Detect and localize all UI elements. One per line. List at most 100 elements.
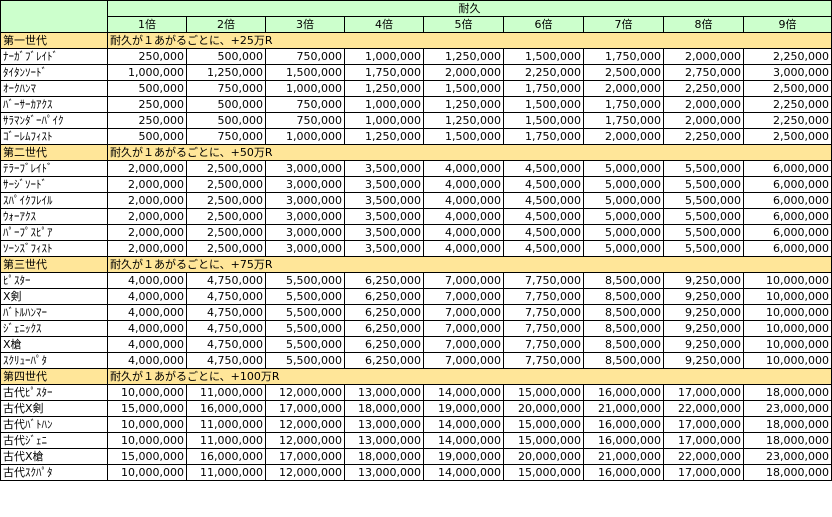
price-cell: 5,000,000	[583, 224, 664, 241]
price-cell: 9,250,000	[663, 320, 744, 337]
price-cell: 3,500,000	[344, 176, 424, 193]
price-cell: 5,500,000	[265, 352, 345, 369]
price-cell: 4,750,000	[186, 288, 266, 305]
price-cell: 9,250,000	[663, 304, 744, 321]
header-row-group: 耐久	[0, 0, 832, 33]
table-row: ﾃﾗｰﾌﾞﾚｲﾄﾞ 2,000,000 2,500,000 3,000,000 3,50…	[0, 160, 832, 177]
price-cell: 3,500,000	[344, 240, 424, 257]
price-cell: 8,500,000	[583, 288, 664, 305]
price-cell: 6,250,000	[344, 304, 424, 321]
price-cell: 5,500,000	[663, 160, 744, 177]
price-cell: 1,500,000	[503, 48, 584, 65]
price-cell: 2,000,000	[663, 48, 744, 65]
price-cell: 14,000,000	[423, 464, 504, 481]
multiplier-header: 3倍	[265, 16, 345, 33]
price-cell: 1,750,000	[583, 112, 664, 129]
price-cell: 2,500,000	[583, 64, 664, 81]
price-cell: 16,000,000	[583, 432, 664, 449]
price-cell: 3,000,000	[265, 208, 345, 225]
price-cell: 4,500,000	[503, 240, 584, 257]
price-cell: 10,000,000	[107, 416, 187, 433]
price-cell: 1,750,000	[503, 128, 584, 145]
price-cell: 6,000,000	[743, 160, 832, 177]
price-cell: 21,000,000	[583, 448, 664, 465]
item-name: 古代ﾊﾞﾄﾊﾝ	[0, 416, 108, 433]
price-cell: 4,000,000	[107, 272, 187, 289]
price-cell: 1,250,000	[423, 48, 504, 65]
price-cell: 250,000	[107, 48, 187, 65]
price-cell: 1,250,000	[344, 80, 424, 97]
price-cell: 17,000,000	[663, 432, 744, 449]
price-cell: 4,500,000	[503, 208, 584, 225]
item-name: 古代ｼﾞｪﾆ	[0, 432, 108, 449]
price-cell: 7,000,000	[423, 352, 504, 369]
item-name: ｼﾞｪﾆｯｸｽ	[0, 320, 108, 337]
price-cell: 15,000,000	[107, 448, 187, 465]
price-cell: 250,000	[107, 96, 187, 113]
price-cell: 1,000,000	[344, 112, 424, 129]
price-cell: 4,000,000	[423, 160, 504, 177]
price-cell: 6,000,000	[743, 176, 832, 193]
price-cell: 4,000,000	[107, 336, 187, 353]
price-cell: 4,000,000	[423, 224, 504, 241]
price-cell: 2,500,000	[743, 80, 832, 97]
price-cell: 10,000,000	[107, 432, 187, 449]
table-row: 古代X剣 15,000,000 16,000,000 17,000,000 18,000…	[0, 400, 832, 417]
item-name: X槍	[0, 336, 108, 353]
price-cell: 20,000,000	[503, 448, 584, 465]
price-cell: 7,000,000	[423, 320, 504, 337]
header-row-multipliers: 1倍 2倍 3倍 4倍 5倍 6倍 7倍 8倍 9倍	[1, 16, 832, 33]
price-cell: 11,000,000	[186, 464, 266, 481]
price-cell: 10,000,000	[107, 464, 187, 481]
price-cell: 17,000,000	[265, 448, 345, 465]
price-cell: 20,000,000	[503, 400, 584, 417]
price-cell: 18,000,000	[743, 432, 832, 449]
price-cell: 2,000,000	[107, 176, 187, 193]
price-cell: 4,000,000	[423, 192, 504, 209]
price-cell: 15,000,000	[107, 400, 187, 417]
price-cell: 3,000,000	[265, 224, 345, 241]
price-cell: 1,250,000	[186, 64, 266, 81]
price-cell: 22,000,000	[663, 448, 744, 465]
price-cell: 2,500,000	[186, 240, 266, 257]
table-row: ｳｫｰｱｸｽ 2,000,000 2,500,000 3,000,000 3,500,0…	[0, 208, 832, 225]
price-cell: 9,250,000	[663, 336, 744, 353]
price-cell: 2,250,000	[503, 64, 584, 81]
price-cell: 15,000,000	[503, 432, 584, 449]
price-cell: 3,500,000	[344, 208, 424, 225]
price-cell: 18,000,000	[743, 464, 832, 481]
item-name: 古代X槍	[0, 448, 108, 465]
price-cell: 10,000,000	[107, 384, 187, 401]
price-cell: 4,000,000	[423, 208, 504, 225]
price-cell: 15,000,000	[503, 464, 584, 481]
corner-cell	[0, 0, 108, 33]
price-cell: 6,000,000	[743, 240, 832, 257]
item-name: ﾅｰｶﾞﾌﾞﾚｲﾄﾞ	[0, 48, 108, 65]
price-cell: 1,000,000	[265, 128, 345, 145]
table-row: 古代ｽｸﾊﾟﾀ 10,000,000 11,000,000 12,000,000 13,…	[0, 464, 832, 481]
price-cell: 2,250,000	[743, 112, 832, 129]
price-cell: 9,250,000	[663, 288, 744, 305]
price-cell: 12,000,000	[265, 384, 345, 401]
price-cell: 5,000,000	[583, 192, 664, 209]
price-cell: 1,500,000	[423, 128, 504, 145]
price-cell: 5,000,000	[583, 208, 664, 225]
price-cell: 6,250,000	[344, 320, 424, 337]
price-cell: 500,000	[186, 96, 266, 113]
item-name: ﾃﾗｰﾌﾞﾚｲﾄﾞ	[0, 160, 108, 177]
price-cell: 21,000,000	[583, 400, 664, 417]
price-cell: 4,750,000	[186, 304, 266, 321]
price-cell: 8,500,000	[583, 304, 664, 321]
price-cell: 7,000,000	[423, 336, 504, 353]
price-cell: 500,000	[186, 48, 266, 65]
item-name: 古代ｽｸﾊﾟﾀ	[0, 464, 108, 481]
price-cell: 2,000,000	[663, 96, 744, 113]
table-row: ｺﾞｰﾚﾑﾌｨｽﾄ 500,000 750,000 1,000,000 1,250,00…	[0, 128, 832, 145]
item-name: ﾀｲﾀﾝｿｰﾄﾞ	[0, 64, 108, 81]
price-cell: 4,500,000	[503, 224, 584, 241]
generation-row: 第三世代 耐久が１あがるごとに、+75万R	[0, 256, 832, 273]
item-name: 古代X剣	[0, 400, 108, 417]
multiplier-header: 1倍	[107, 16, 187, 33]
item-name: 古代ﾋﾟｽﾀｰ	[0, 384, 108, 401]
price-cell: 7,750,000	[503, 336, 584, 353]
